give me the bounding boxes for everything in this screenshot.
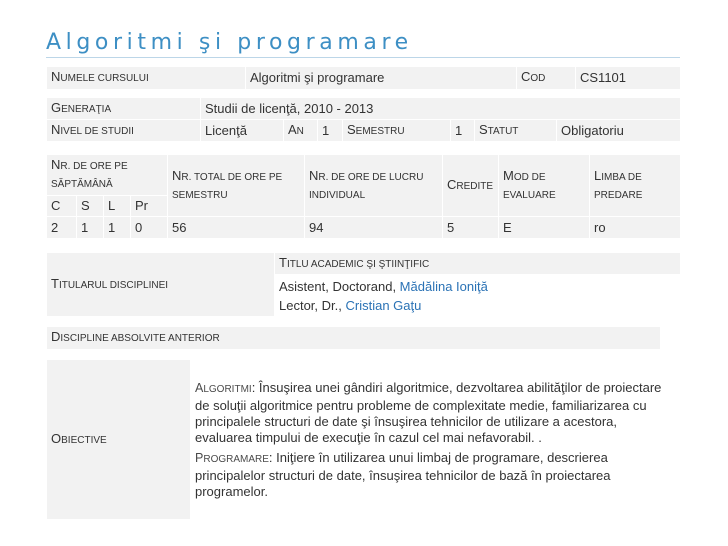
evaluation-value: E [498,216,591,239]
objectives-label: OBIECTIVE [46,359,191,520]
course-table: NUMELE CURSULUI Algoritmi şi programare … [46,66,681,90]
course-hours-value: 2 [46,216,77,239]
generation-value: Studii de licenţă, 2010 - 2013 [200,97,681,120]
lab-hours-value: 1 [103,216,131,239]
semester-value: 1 [450,119,475,142]
weekly-hours-header: NR. DE ORE PE SĂPTĂMÂNĂ [45,154,169,196]
semester-label: SEMESTRU [342,119,451,142]
prerequisites-table: DISCIPLINE ABSOLVITE ANTERIOR [46,326,681,350]
teacher-label: TITULARUL DISCIPLINEI [46,252,275,317]
course-name-value: Algoritmi şi programare [245,66,517,90]
objective-programming: PROGRAMARE: Iniţiere în utilizarea unui … [195,449,611,499]
level-label: NIVEL DE STUDII [46,119,201,142]
individual-hours-header: NR. DE ORE DE LUCRU INDIVIDUAL [304,154,444,217]
course-name-label: NUMELE CURSULUI [46,66,246,90]
teacher-1: Asistent, Doctorand, Mădălina Ioniţă [279,278,488,294]
lab-hours-label: L [103,195,131,217]
year-label: AN [283,119,318,142]
teacher-2-name[interactable]: Cristian Gaţu [345,298,421,313]
credits-value: 5 [442,216,500,239]
language-value: ro [589,216,682,239]
objectives-content: ALGORITMI: Însuşirea unei gândiri algori… [190,359,681,520]
objectives-table: OBIECTIVE ALGORITMI: Însuşirea unei gând… [46,359,681,520]
hours-table: NR. DE ORE PE SĂPTĂMÂNĂ NR. TOTAL DE ORE… [45,154,682,239]
seminar-hours-value: 1 [76,216,104,239]
page-title: Algoritmi şi programare [46,30,413,55]
objective-algorithms: ALGORITMI: Însuşirea unei gândiri algori… [195,379,662,445]
course-code-label: COD [516,66,576,90]
status-value: Obligatoriu [556,119,681,142]
teachers-table: TITULARUL DISCIPLINEI TITLU ACADEMIC ŞI … [46,252,681,317]
status-label: STATUT [474,119,557,142]
academic-title-header: TITLU ACADEMIC ŞI ŞTIINŢIFIC [274,252,681,275]
language-header: LIMBA DE PREDARE [589,154,682,217]
prerequisites-value [660,326,681,350]
level-value: Licenţă [200,119,284,142]
course-code-value: CS1101 [575,66,681,90]
seminar-hours-label: S [76,195,104,217]
teacher-2: Lector, Dr., Cristian Gaţu [279,297,422,313]
project-hours-value: 0 [129,216,169,239]
evaluation-header: MOD DE EVALUARE [498,154,591,217]
generation-label: GENERAŢIA [46,97,201,120]
credits-header: CREDITE [442,154,500,217]
year-value: 1 [317,119,343,142]
teacher-list: Asistent, Doctorand, Mădălina Ioniţă Lec… [274,274,681,317]
total-hours-value: 56 [167,216,306,239]
prerequisites-label: DISCIPLINE ABSOLVITE ANTERIOR [46,326,661,350]
title-divider [46,57,680,58]
generation-table: GENERAŢIA Studii de licenţă, 2010 - 2013… [46,97,681,142]
project-hours-label: Pr [129,195,169,217]
teacher-1-name[interactable]: Mădălina Ioniţă [400,279,488,294]
total-hours-header: NR. TOTAL DE ORE PE SEMESTRU [167,154,306,217]
course-hours-label: C [46,195,77,217]
individual-hours-value: 94 [304,216,444,239]
